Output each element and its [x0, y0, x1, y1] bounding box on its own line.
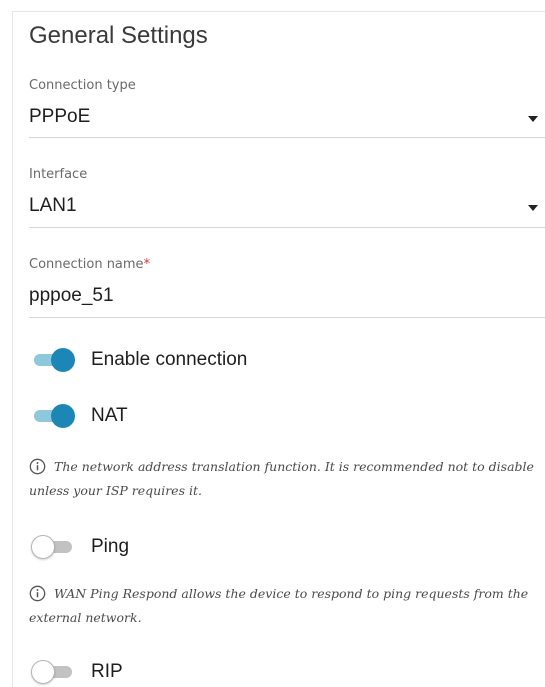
- caret-down-icon: [528, 116, 538, 122]
- switch-knob: [51, 404, 75, 428]
- connection-name-label-text: Connection name: [29, 257, 144, 272]
- interface-label: Interface: [29, 167, 88, 182]
- connection-type-label: Connection type: [29, 78, 136, 93]
- switch-knob: [31, 660, 55, 684]
- required-star: *: [143, 257, 151, 272]
- connection-name-input[interactable]: pppoe_51: [29, 285, 114, 307]
- enable-connection-switch[interactable]: [31, 347, 75, 373]
- switch-knob: [51, 348, 75, 372]
- nat-hint: The network address translation function…: [29, 455, 541, 503]
- enable-connection-toggle-row[interactable]: Enable connection: [31, 345, 247, 375]
- switch-knob: [31, 535, 55, 559]
- enable-connection-label: Enable connection: [91, 349, 248, 370]
- ping-switch[interactable]: [31, 534, 75, 560]
- caret-down-icon: [528, 205, 538, 211]
- nat-label: NAT: [91, 405, 128, 426]
- rip-switch[interactable]: [31, 659, 75, 685]
- ping-label: Ping: [91, 536, 130, 557]
- nat-hint-text: The network address translation function…: [29, 459, 534, 498]
- rip-toggle-row[interactable]: RIP: [31, 657, 123, 687]
- ping-hint-text: WAN Ping Respond allows the device to re…: [29, 586, 529, 625]
- connection-type-value: PPPoE: [29, 106, 91, 127]
- ping-toggle-row[interactable]: Ping: [31, 532, 129, 562]
- interface-select[interactable]: Interface LAN1: [29, 167, 545, 228]
- rip-label: RIP: [91, 661, 123, 682]
- connection-type-select[interactable]: Connection type PPPoE: [29, 78, 545, 138]
- ping-hint: WAN Ping Respond allows the device to re…: [29, 582, 541, 630]
- section-title: General Settings: [29, 22, 208, 49]
- nat-switch[interactable]: [31, 403, 75, 429]
- info-icon: [29, 585, 46, 601]
- connection-name-label: Connection name*: [29, 257, 150, 272]
- nat-toggle-row[interactable]: NAT: [31, 401, 128, 431]
- interface-value: LAN1: [29, 195, 77, 216]
- info-icon: [29, 458, 46, 474]
- general-settings-panel: General Settings Connection type PPPoE I…: [12, 11, 545, 687]
- connection-name-field[interactable]: Connection name* pppoe_51: [29, 257, 545, 318]
